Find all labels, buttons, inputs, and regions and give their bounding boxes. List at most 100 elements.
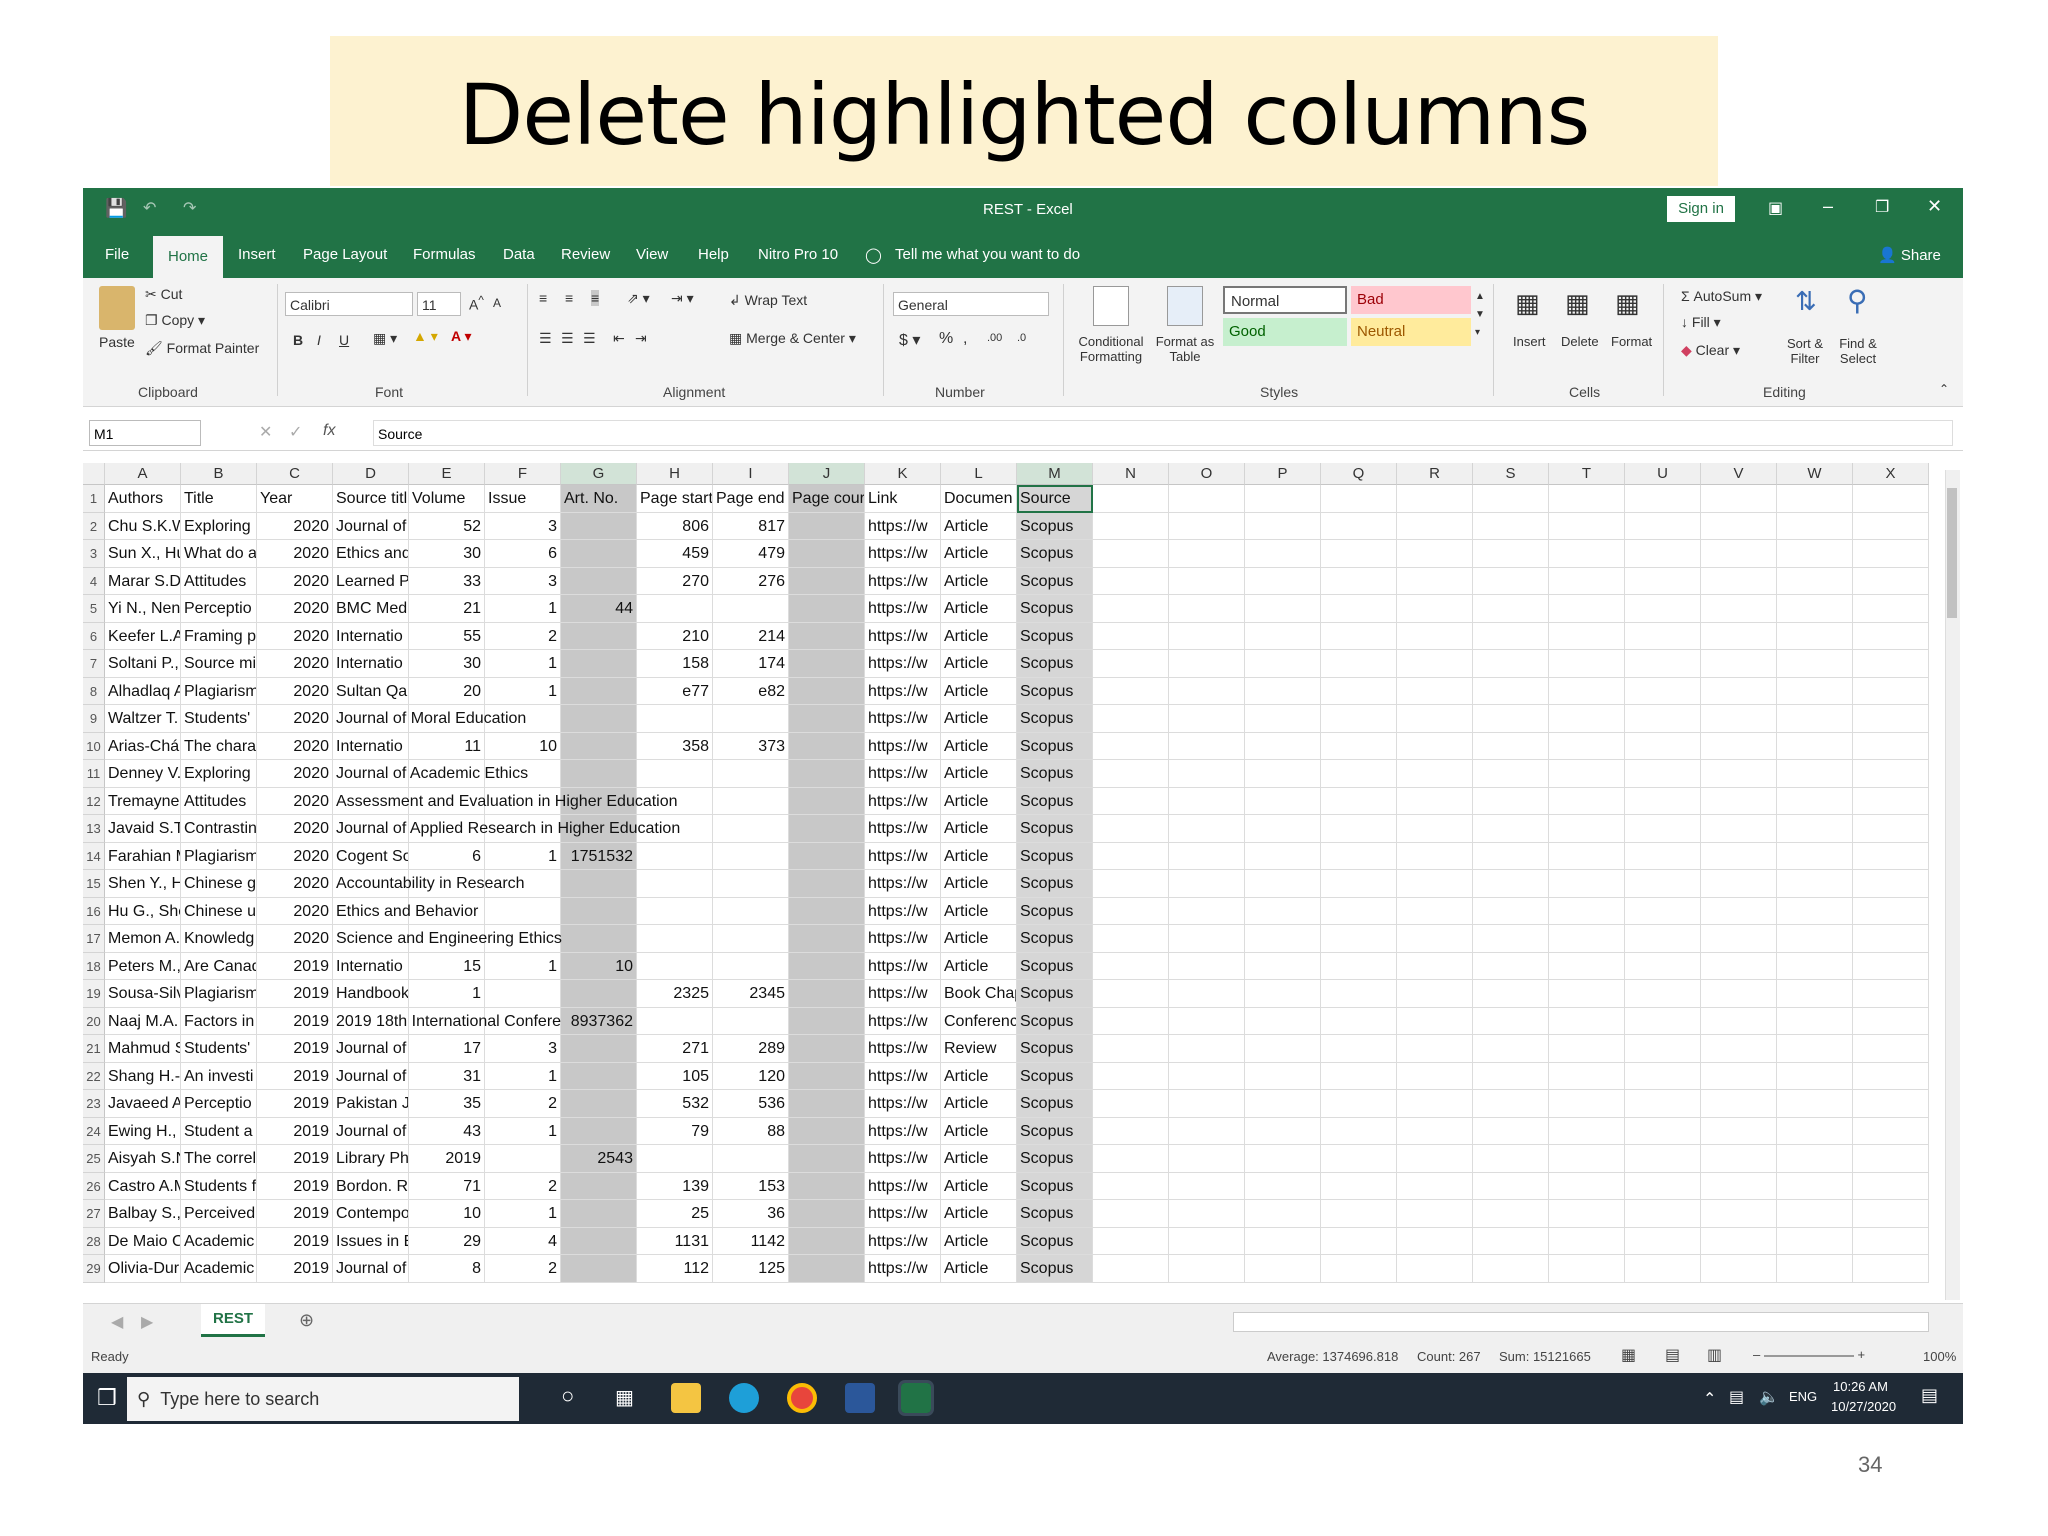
format-cells-icon[interactable]: ▦ [1615, 288, 1640, 319]
table-cell[interactable] [1169, 650, 1245, 678]
table-cell[interactable] [1169, 1255, 1245, 1283]
table-cell[interactable]: Article [941, 1117, 1017, 1145]
table-cell[interactable] [789, 980, 865, 1008]
table-cell[interactable]: 2020 [257, 595, 333, 623]
table-cell[interactable]: Journal of [333, 512, 409, 540]
table-cell[interactable]: 373 [713, 732, 789, 760]
table-cell[interactable]: 10 [485, 732, 561, 760]
table-cell[interactable] [1549, 622, 1625, 650]
table-cell[interactable] [1093, 842, 1169, 870]
table-cell[interactable] [1853, 540, 1929, 568]
table-cell[interactable] [1473, 897, 1549, 925]
table-cell[interactable] [1549, 540, 1625, 568]
table-cell[interactable] [1701, 705, 1777, 733]
table-cell[interactable]: Contrastin [181, 815, 257, 843]
table-cell[interactable]: Book Chap [941, 980, 1017, 1008]
table-cell[interactable]: 139 [637, 1172, 713, 1200]
select-all-corner[interactable] [83, 463, 105, 485]
table-cell[interactable] [1321, 897, 1397, 925]
table-cell[interactable] [1777, 540, 1853, 568]
normal-view-icon[interactable]: ▦ [1621, 1345, 1636, 1365]
horizontal-scrollbar[interactable] [1233, 1312, 1929, 1332]
close-icon[interactable]: ✕ [1927, 196, 1942, 217]
table-cell[interactable] [1777, 897, 1853, 925]
table-cell[interactable]: Scopus [1017, 650, 1093, 678]
table-cell[interactable] [1777, 1062, 1853, 1090]
column-header[interactable]: W [1777, 463, 1853, 485]
table-cell[interactable]: Journal of [333, 1255, 409, 1283]
table-cell[interactable]: 71 [409, 1172, 485, 1200]
table-cell[interactable] [1701, 540, 1777, 568]
row-header[interactable]: 22 [83, 1062, 105, 1090]
table-cell[interactable]: 2020 [257, 760, 333, 788]
conditional-formatting-icon[interactable] [1093, 286, 1129, 326]
table-cell[interactable]: Scopus [1017, 815, 1093, 843]
table-cell[interactable] [1245, 622, 1321, 650]
table-cell[interactable]: 270 [637, 567, 713, 595]
table-cell[interactable] [1321, 1090, 1397, 1118]
table-cell[interactable]: 2 [485, 1255, 561, 1283]
table-cell[interactable]: Chu S.K.W [105, 512, 181, 540]
column-header[interactable]: F [485, 463, 561, 485]
row-header[interactable]: 29 [83, 1255, 105, 1283]
row-header[interactable]: 18 [83, 952, 105, 980]
table-cell[interactable]: 10 [409, 1200, 485, 1228]
table-cell[interactable]: Denney V. [105, 760, 181, 788]
table-cell[interactable] [1169, 760, 1245, 788]
table-cell[interactable] [1169, 732, 1245, 760]
table-cell[interactable] [637, 842, 713, 870]
file-explorer-icon[interactable] [671, 1383, 701, 1413]
table-cell[interactable]: Article [941, 1255, 1017, 1283]
excel-icon[interactable] [898, 1380, 934, 1416]
table-cell[interactable]: 2020 [257, 870, 333, 898]
column-heading-cell[interactable] [1321, 485, 1397, 513]
table-cell[interactable] [1245, 1200, 1321, 1228]
table-cell[interactable]: Article [941, 732, 1017, 760]
table-cell[interactable] [1321, 512, 1397, 540]
table-cell[interactable] [1549, 1145, 1625, 1173]
table-cell[interactable]: 30 [409, 650, 485, 678]
table-cell[interactable] [1777, 622, 1853, 650]
align-left-icon[interactable]: ☰ [539, 330, 552, 347]
table-cell[interactable] [1397, 1062, 1473, 1090]
table-cell[interactable]: Library Ph [333, 1145, 409, 1173]
table-cell[interactable]: 35 [409, 1090, 485, 1118]
table-cell[interactable] [1853, 1200, 1929, 1228]
column-header[interactable]: Q [1321, 463, 1397, 485]
table-cell[interactable] [1549, 1172, 1625, 1200]
table-cell[interactable]: 125 [713, 1255, 789, 1283]
table-cell[interactable] [789, 897, 865, 925]
table-cell[interactable]: 2019 [257, 1062, 333, 1090]
table-cell[interactable]: Scopus [1017, 1227, 1093, 1255]
table-cell[interactable]: 52 [409, 512, 485, 540]
table-cell[interactable] [1093, 1145, 1169, 1173]
table-cell[interactable]: Internatio [333, 622, 409, 650]
column-header[interactable]: T [1549, 463, 1625, 485]
table-cell[interactable]: e82 [713, 677, 789, 705]
column-header[interactable]: J [789, 463, 865, 485]
table-cell[interactable]: Scopus [1017, 567, 1093, 595]
table-cell[interactable] [1245, 512, 1321, 540]
table-cell[interactable]: 11 [409, 732, 485, 760]
table-cell[interactable]: 276 [713, 567, 789, 595]
table-cell[interactable] [561, 540, 637, 568]
table-cell[interactable]: Naaj M.A. [105, 1007, 181, 1035]
table-cell[interactable]: 2019 [257, 1007, 333, 1035]
table-cell[interactable] [1397, 1090, 1473, 1118]
column-heading-cell[interactable] [1549, 485, 1625, 513]
table-cell[interactable] [1625, 1227, 1701, 1255]
table-cell[interactable] [1473, 1145, 1549, 1173]
table-cell[interactable]: Scopus [1017, 1172, 1093, 1200]
table-cell[interactable] [1853, 567, 1929, 595]
table-cell[interactable]: 2020 [257, 815, 333, 843]
table-cell[interactable]: Assessment and Evaluation in Higher Educ… [333, 787, 678, 815]
table-cell[interactable] [713, 705, 789, 733]
table-cell[interactable] [1549, 595, 1625, 623]
table-cell[interactable]: 358 [637, 732, 713, 760]
table-cell[interactable] [1169, 815, 1245, 843]
table-cell[interactable] [789, 1062, 865, 1090]
table-cell[interactable]: Academic [181, 1255, 257, 1283]
table-cell[interactable]: Scopus [1017, 512, 1093, 540]
table-cell[interactable] [789, 732, 865, 760]
minimize-icon[interactable]: – [1823, 196, 1833, 217]
